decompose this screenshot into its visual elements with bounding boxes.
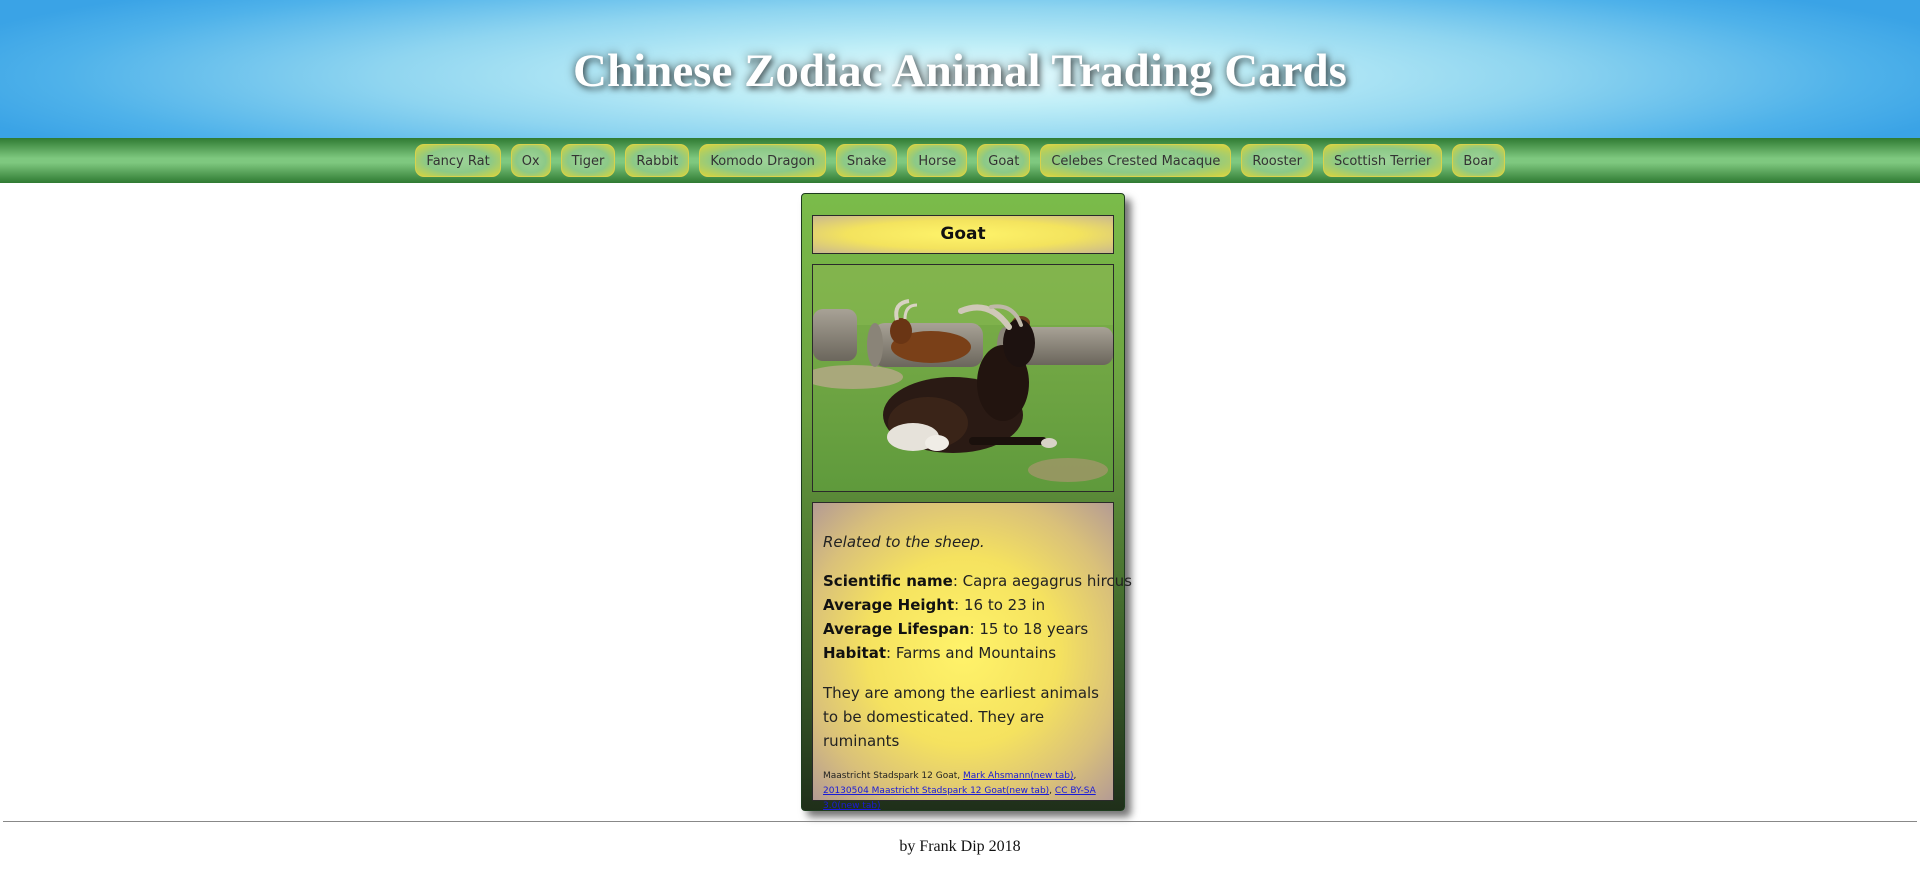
fact-value: : 16 to 23 in [954,596,1046,614]
nav-item-celebes-crested-macaque[interactable]: Celebes Crested Macaque [1040,144,1232,177]
fact-label: Habitat [823,644,887,662]
nav-item-snake[interactable]: Snake [835,144,898,177]
nav-item-scottish-terrier[interactable]: Scottish Terrier [1322,144,1443,177]
nav-item-horse[interactable]: Horse [907,144,968,177]
nav-item-rooster[interactable]: Rooster [1241,144,1313,177]
card-info-panel: Related to the sheep. Scientific name: C… [812,502,1132,811]
fact-value: : Farms and Mountains [886,644,1057,662]
card-title: Goat [812,215,1114,254]
site-header: Chinese Zodiac Animal Trading Cards [0,0,1920,138]
fact-scientific-name: Scientific name: Capra aegagrus hircus [823,569,1132,593]
fact-habitat: Habitat: Farms and Mountains [823,641,1103,665]
nav-item-goat[interactable]: Goat [977,144,1031,177]
footer-divider [3,821,1917,822]
footer-credit: by Frank Dip 2018 [899,838,1021,855]
nav-item-rabbit[interactable]: Rabbit [625,144,690,177]
card-facts: Scientific name: Capra aegagrus hircus A… [823,569,1132,665]
fact-average-height: Average Height: 16 to 23 in [823,593,1103,617]
fact-average-lifespan: Average Lifespan: 15 to 18 years [823,617,1103,641]
card-description: They are among the earliest animals to b… [823,684,1099,750]
author-link[interactable]: Mark Ahsmann(new tab) [963,771,1074,781]
goat-photo [813,265,1113,491]
nav-item-fancy-rat[interactable]: Fancy Rat [415,144,501,177]
nav-item-boar[interactable]: Boar [1452,144,1505,177]
fact-value: : 15 to 18 years [969,620,1089,638]
credit-prefix: Maastricht Stadspark 12 Goat, [823,771,963,781]
credit-separator: , [1073,771,1077,781]
main-nav: Fancy Rat Ox Tiger Rabbit Komodo Dragon … [0,138,1920,183]
fact-value: : Capra aegagrus hircus [952,572,1132,590]
trading-card: Goat Related to the sheep. Scientific na… [801,193,1132,811]
image-credit: Maastricht Stadspark 12 Goat, Mark Ahsma… [823,769,1103,814]
source-link[interactable]: 20130504 Maastricht Stadspark 12 Goat(ne… [823,786,1049,796]
card-photo [812,264,1114,492]
site-title: Chinese Zodiac Animal Trading Cards [573,45,1347,97]
fact-label: Scientific name [823,572,953,590]
fact-label: Average Height [823,596,955,614]
fact-label: Average Lifespan [823,620,970,638]
nav-item-tiger[interactable]: Tiger [560,144,616,177]
nav-item-komodo-dragon[interactable]: Komodo Dragon [699,144,826,177]
card-tagline: Related to the sheep. [823,533,985,551]
nav-item-ox[interactable]: Ox [510,144,551,177]
